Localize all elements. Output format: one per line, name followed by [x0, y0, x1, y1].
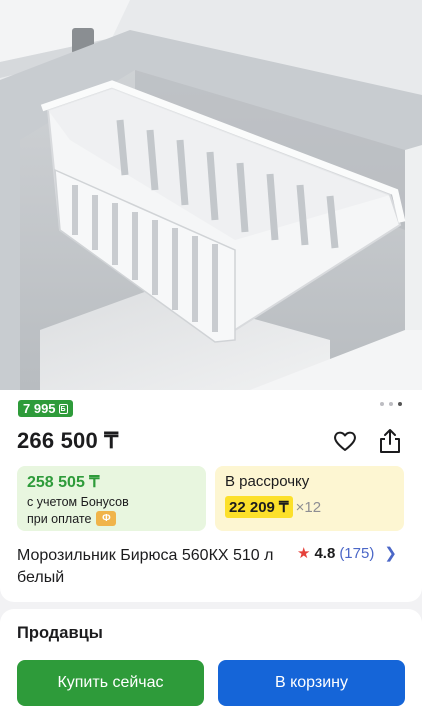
bonus-currency-icon: Б: [58, 403, 68, 414]
installment-row: 22 209 ₸ ×12: [225, 496, 321, 518]
gallery-pagination: [380, 402, 402, 406]
installment-option[interactable]: В рассрочку 22 209 ₸ ×12: [215, 466, 404, 531]
bonus-coin-icon: Ф: [96, 511, 117, 526]
reviews-count: (175): [339, 544, 375, 562]
installment-label: В рассрочку: [225, 473, 310, 490]
bonus-note-line2: при оплате: [27, 511, 92, 526]
buy-now-button[interactable]: Купить сейчас: [17, 660, 204, 706]
bonus-badge: 7 995 Б: [18, 400, 73, 417]
bonus-price: 258 505 ₸: [27, 474, 100, 491]
bonus-note-line2-row: при оплате Ф: [27, 511, 117, 526]
installment-amount: 22 209 ₸: [225, 496, 293, 518]
add-to-cart-button[interactable]: В корзину: [218, 660, 405, 706]
gallery-dot[interactable]: [389, 402, 393, 406]
star-icon: ★: [297, 545, 311, 562]
product-title: Морозильник Бирюса 560КХ 510 л белый: [17, 547, 274, 586]
bonus-badge-value: 7 995: [23, 401, 56, 416]
rating-value: 4.8: [314, 544, 336, 562]
bonus-price-option[interactable]: 258 505 ₸ с учетом Бонусов при оплате Ф: [17, 466, 206, 531]
heart-icon[interactable]: [332, 428, 358, 454]
sellers-heading: Продавцы: [17, 624, 103, 642]
gallery-dot[interactable]: [380, 402, 384, 406]
product-info-card: 7 995 Б 266 500 ₸ 258 505 ₸ с учетом Бон…: [0, 390, 422, 602]
bonus-note-line1: с учетом Бонусов: [27, 495, 129, 509]
sellers-section: Продавцы Купить сейчас В корзину: [0, 609, 422, 709]
installment-months: ×12: [295, 498, 322, 516]
product-image[interactable]: [0, 0, 422, 390]
gallery-dot-active[interactable]: [398, 402, 402, 406]
product-price: 266 500 ₸: [17, 428, 119, 453]
chevron-right-icon: ❯: [384, 545, 397, 562]
rating-link[interactable]: ★ 4.8 (175) ❯: [297, 544, 397, 563]
share-icon[interactable]: [377, 427, 403, 455]
